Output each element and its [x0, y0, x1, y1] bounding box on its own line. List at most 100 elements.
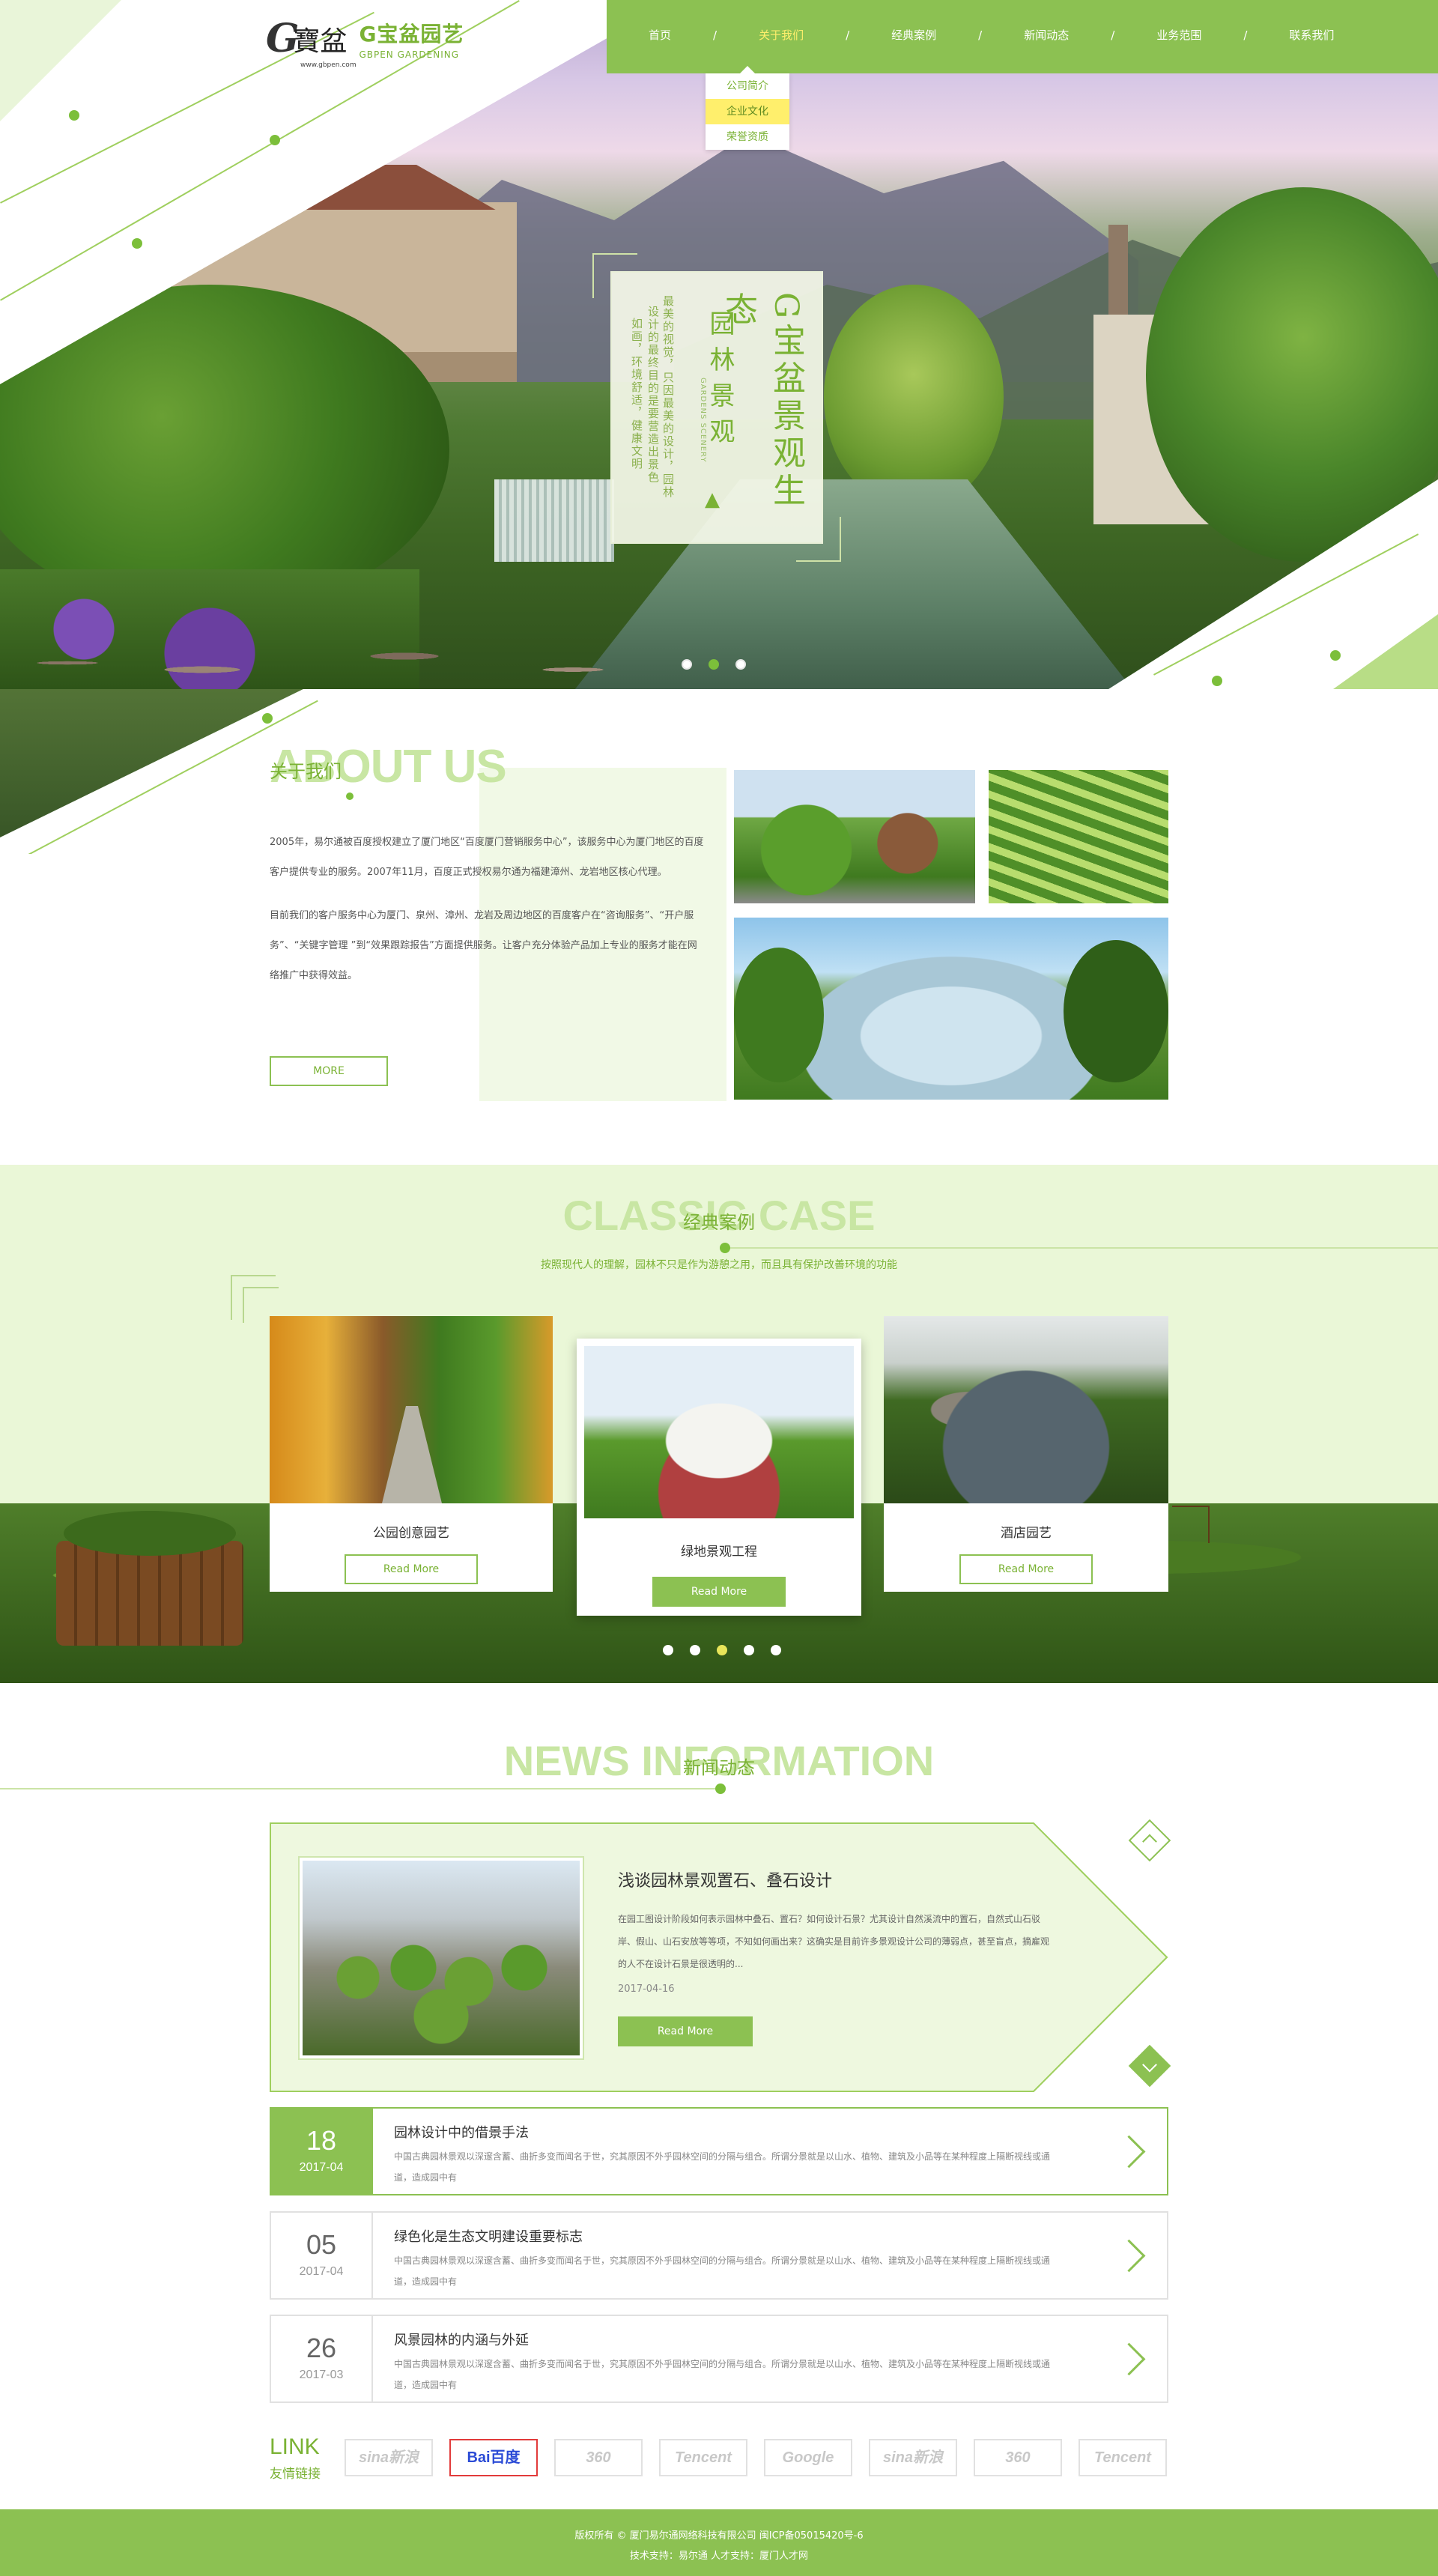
news-date-block: 18 2017-04 — [271, 2109, 373, 2194]
cases-slider-dots — [663, 1645, 781, 1655]
partner-logo-360[interactable]: 360 — [974, 2439, 1062, 2476]
dropdown-item-honors[interactable]: 荣誉资质 — [706, 124, 789, 150]
chevron-right-icon[interactable] — [1114, 2342, 1144, 2372]
nav-item-about[interactable]: 关于我们 — [754, 27, 808, 43]
case-image[interactable] — [584, 1346, 854, 1518]
partner-logo-baidu[interactable]: Bai百度 — [449, 2439, 538, 2476]
nav-item-news[interactable]: 新闻动态 — [1019, 27, 1073, 43]
decor-line — [725, 1247, 1438, 1249]
decor-dot — [69, 110, 79, 121]
footer-support: 技术支持：易尔通 人才支持：厦门人才网 — [629, 2551, 809, 2562]
nav-item-cases[interactable]: 经典案例 — [887, 27, 941, 43]
decor-dot — [132, 238, 142, 249]
partner-logo-google[interactable]: Google — [764, 2439, 852, 2476]
news-description: 中国古典园林景观以深邃含蓄、曲折多变而闻名于世，究其原因不外乎园林空间的分隔与组… — [394, 2255, 1051, 2287]
news-year-month: 2017-04 — [299, 2161, 344, 2174]
case-card-featured[interactable]: 绿地景观工程 Read More — [577, 1339, 861, 1616]
dropdown-item-culture[interactable]: 企业文化 — [706, 99, 789, 124]
news-year-month: 2017-03 — [299, 2369, 344, 2381]
slider-dot[interactable] — [663, 1645, 673, 1655]
logo-seal: 寶盆 — [293, 26, 348, 57]
partner-logo-tencent[interactable]: Tencent — [659, 2439, 747, 2476]
hero-poem: 最美的视觉，只因最美的设计，园林 — [660, 295, 676, 499]
tree-icon: ▲ — [705, 488, 720, 511]
case-title[interactable]: 酒店园艺 — [884, 1522, 1168, 1541]
slider-dot[interactable] — [744, 1645, 754, 1655]
nav-separator: / — [1111, 28, 1115, 42]
news-title[interactable]: 绿色化是生态文明建设重要标志 — [394, 2226, 583, 2246]
case-image[interactable] — [270, 1316, 553, 1503]
decor-dot — [270, 135, 280, 145]
decor-dot — [262, 713, 273, 724]
about-dropdown-menu: 公司简介 企业文化 荣誉资质 — [706, 66, 789, 150]
slider-dot[interactable] — [771, 1645, 781, 1655]
news-title-cn: 新闻动态 — [683, 1757, 755, 1778]
read-more-button[interactable]: Read More — [618, 2016, 753, 2046]
featured-news-summary: 在园工图设计阶段如何表示园林中叠石、置石？如何设计石景？尤其设计自然溪流中的置石… — [618, 1914, 1050, 1969]
news-list-item[interactable]: 18 2017-04 园林设计中的借景手法 中国古典园林景观以深邃含蓄、曲折多变… — [270, 2107, 1168, 2195]
news-year-month: 2017-04 — [299, 2265, 344, 2278]
site-logo[interactable]: G 寶盆 www.gbpen.com G宝盆园艺 GBPEN GARDENING — [266, 18, 464, 70]
news-description: 中国古典园林景观以深邃含蓄、曲折多变而闻名于世，究其原因不外乎园林空间的分隔与组… — [394, 2151, 1051, 2183]
decor-dot — [1330, 650, 1341, 661]
slider-dot-active[interactable] — [717, 1645, 727, 1655]
partner-links: sina新浪 Bai百度 360 Tencent Google sina新浪 3… — [345, 2439, 1167, 2476]
dropdown-item-profile[interactable]: 公司简介 — [706, 73, 789, 99]
slider-dot[interactable] — [690, 1645, 700, 1655]
hero-slider-dots — [682, 659, 746, 670]
featured-news-date: 2017-04-16 — [618, 1983, 675, 1995]
about-photo-fountain[interactable] — [734, 918, 1168, 1100]
nav-item-business[interactable]: 业务范围 — [1152, 27, 1206, 43]
case-card[interactable]: 酒店园艺 Read More — [884, 1316, 1168, 1592]
case-card[interactable]: 公园创意园艺 Read More — [270, 1316, 553, 1592]
links-title-en: LINK — [270, 2434, 320, 2459]
partner-logo-tencent[interactable]: Tencent — [1078, 2439, 1167, 2476]
slider-dot-active[interactable] — [709, 659, 719, 670]
case-title[interactable]: 公园创意园艺 — [270, 1522, 553, 1541]
nav-separator: / — [1243, 28, 1248, 42]
decor-dot — [1212, 676, 1222, 686]
partner-logo-sina[interactable]: sina新浪 — [869, 2439, 957, 2476]
featured-news-title[interactable]: 浅谈园林景观置石、叠石设计 — [618, 1867, 832, 1891]
logo-url: www.gbpen.com — [300, 61, 357, 69]
about-more-button[interactable]: MORE — [270, 1056, 388, 1086]
about-text: 2005年，易尔通被百度授权建立了厦门地区“百度厦门营销服务中心”，该服务中心为… — [270, 828, 704, 991]
read-more-button[interactable]: Read More — [652, 1577, 786, 1607]
case-title[interactable]: 绿地景观工程 — [577, 1541, 861, 1560]
hero-tree — [824, 285, 1004, 509]
chevron-right-icon[interactable] — [1114, 2238, 1144, 2268]
read-more-button[interactable]: Read More — [959, 1554, 1093, 1584]
slider-dot[interactable] — [682, 659, 692, 670]
about-photo-maze[interactable] — [989, 770, 1168, 903]
nav-item-contact[interactable]: 联系我们 — [1284, 27, 1338, 43]
decor-dot — [715, 1783, 726, 1794]
case-image[interactable] — [884, 1316, 1168, 1503]
hero-poem-line: 设计的最终目的是要营造出景色 — [646, 306, 660, 484]
about-paragraph: 目前我们的客户服务中心为厦门、泉州、漳州、龙岩及周边地区的百度客户在“咨询服务”… — [270, 910, 697, 981]
chevron-right-icon[interactable] — [1114, 2134, 1144, 2164]
news-list-item[interactable]: 26 2017-03 风景园林的内涵与外延 中国古典园林景观以深邃含蓄、曲折多变… — [270, 2315, 1168, 2403]
news-day: 05 — [306, 2229, 337, 2260]
slider-dot[interactable] — [735, 659, 746, 670]
news-title[interactable]: 风景园林的内涵与外延 — [394, 2330, 529, 2349]
about-photo-garden[interactable] — [734, 770, 975, 903]
read-more-button[interactable]: Read More — [345, 1554, 478, 1584]
decor-barrel — [56, 1511, 243, 1646]
hero-rocks — [0, 629, 674, 689]
partner-logo-sina[interactable]: sina新浪 — [345, 2439, 433, 2476]
hero-poem: 如画，环境舒适，健康文明 — [628, 318, 644, 470]
card-frame — [592, 253, 637, 298]
about-paragraph: 2005年，易尔通被百度授权建立了厦门地区“百度厦门营销服务中心”，该服务中心为… — [270, 837, 704, 878]
news-list-item[interactable]: 05 2017-04 绿色化是生态文明建设重要标志 中国古典园林景观以深邃含蓄、… — [270, 2211, 1168, 2300]
partner-logo-360[interactable]: 360 — [554, 2439, 643, 2476]
featured-news-image[interactable] — [300, 1858, 583, 2058]
nav-separator: / — [846, 28, 850, 42]
hero-poem-line: 最美的视觉，只因最美的设计，园林 — [661, 295, 675, 499]
decor-line — [0, 1788, 720, 1789]
news-title[interactable]: 园林设计中的借景手法 — [394, 2122, 529, 2142]
nav-item-home[interactable]: 首页 — [644, 27, 676, 43]
decor-dot — [346, 793, 354, 800]
cases-subtitle: 按照现代人的理解，园林不只是作为游憩之用，而且具有保护改善环境的功能 — [541, 1259, 897, 1271]
news-date-block: 05 2017-04 — [271, 2213, 373, 2298]
nav-separator: / — [713, 28, 718, 42]
